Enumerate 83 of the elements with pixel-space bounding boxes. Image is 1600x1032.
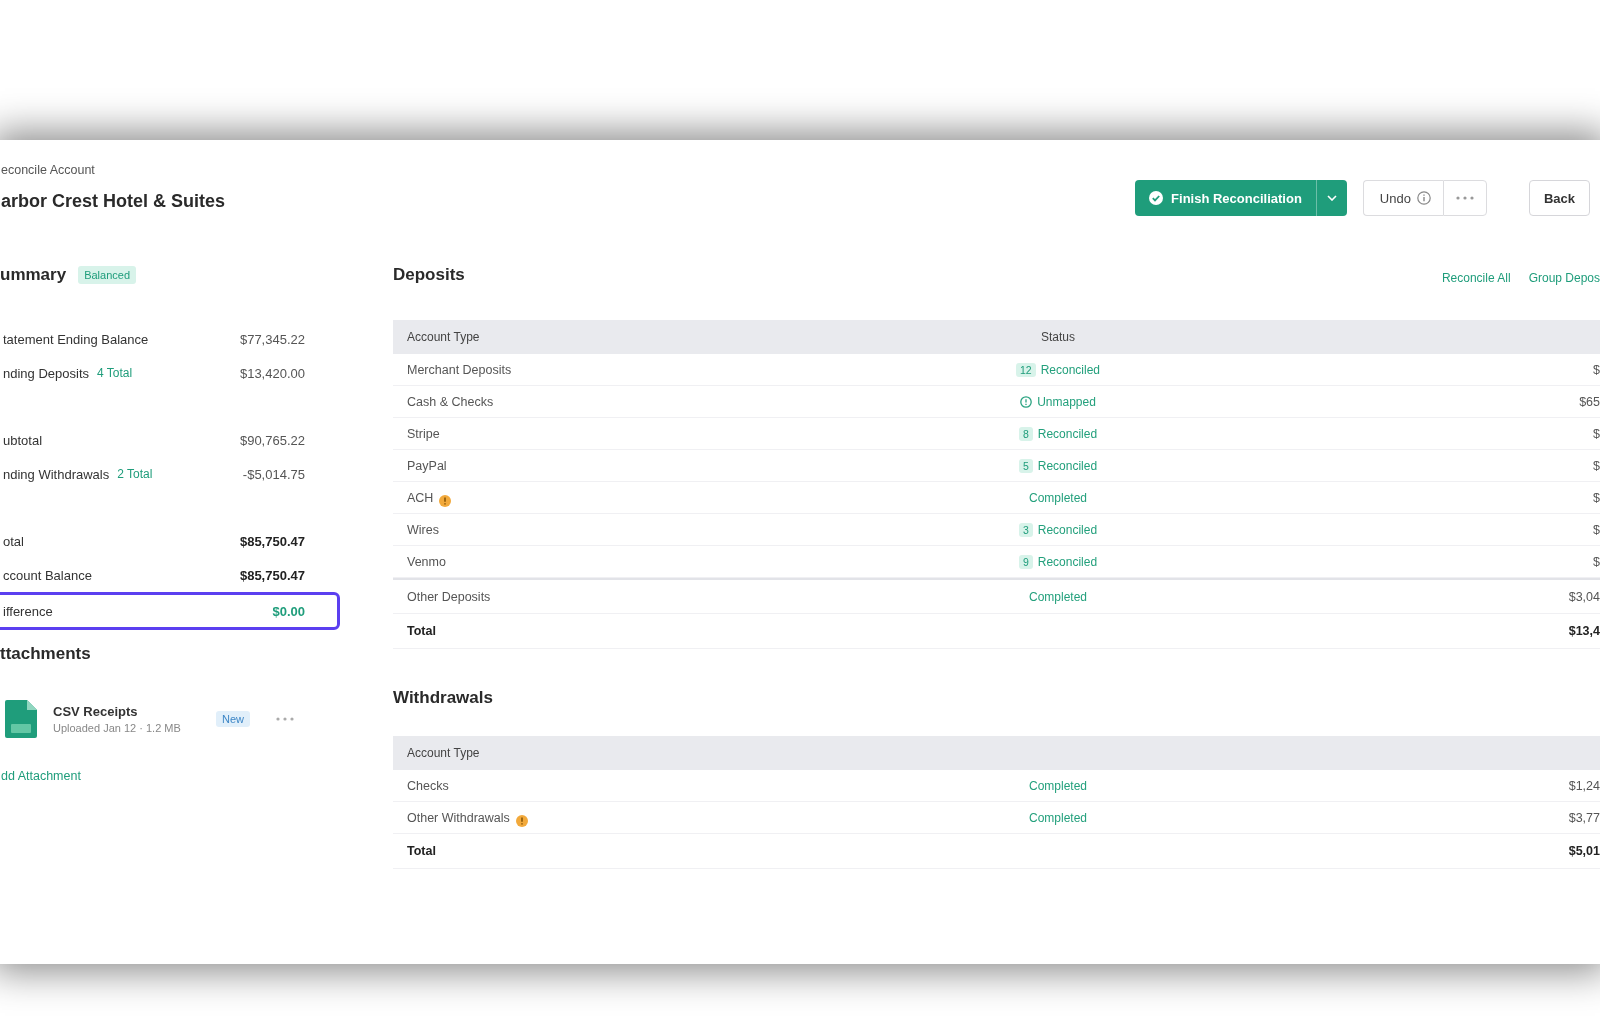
amount-value: $: [1593, 458, 1600, 473]
page-title: arbor Crest Hotel & Suites: [0, 190, 226, 213]
file-tag: New: [216, 711, 250, 727]
status-label[interactable]: Completed: [1029, 810, 1087, 825]
account-type: Cash & Checks: [407, 394, 494, 409]
section-title: ttachments: [0, 643, 91, 665]
summary-label: nding Deposits: [2, 365, 89, 381]
amount-value: $5,01: [1568, 844, 1600, 858]
summary-value: $0.00: [272, 603, 305, 619]
summary-label: nding Withdrawals: [2, 466, 110, 482]
account-type: PayPal: [407, 458, 447, 473]
caret-icon: [1326, 195, 1337, 201]
summary-label: ccount Balance: [2, 567, 92, 583]
status-tag: Balanced: [78, 266, 136, 284]
account-type: Other Withdrawals: [407, 810, 510, 825]
amount-value: $: [1593, 554, 1600, 569]
more-icon: [1455, 196, 1474, 200]
amount-value: $3,77: [1568, 810, 1600, 825]
summary-label: tatement Ending Balance: [2, 331, 149, 347]
count-link[interactable]: 4 Total: [97, 366, 133, 380]
amount-value: $: [1593, 362, 1600, 377]
summary-label: ubtotal: [2, 432, 43, 448]
amount-value: $: [1593, 522, 1600, 537]
status-label[interactable]: Unmapped: [1037, 394, 1096, 409]
add-attachment-link[interactable]: dd Attachment: [0, 769, 81, 783]
section-title: ummary: [0, 264, 67, 286]
status-label[interactable]: Reconciled: [1037, 426, 1098, 441]
account-type: ACH: [407, 490, 434, 505]
reconciled-count: 8: [1018, 426, 1033, 441]
status-label[interactable]: Reconciled: [1037, 522, 1098, 537]
summary-value: $77,345.22: [239, 331, 305, 347]
info-icon: [1416, 191, 1431, 205]
status-label[interactable]: Completed: [1029, 490, 1087, 505]
finish-button[interactable]: Finish Reconciliation: [1135, 180, 1316, 216]
more-icon: [276, 717, 294, 721]
account-type: Merchant Deposits: [407, 362, 512, 377]
action-link[interactable]: Reconcile All: [1441, 270, 1511, 285]
section-title: Withdrawals: [393, 687, 493, 709]
summary-value: $85,750.47: [239, 567, 305, 583]
amount-value: $: [1593, 490, 1600, 505]
amount-value: $13,4: [1568, 624, 1600, 638]
status-label[interactable]: Reconciled: [1037, 554, 1098, 569]
amount-value: $65: [1579, 394, 1600, 409]
summary-label: ifference: [2, 603, 53, 619]
summary-value: $85,750.47: [239, 533, 305, 549]
reconciled-count: 3: [1018, 522, 1033, 537]
undo-button[interactable]: Undo: [1362, 180, 1443, 216]
column-header: Account Type: [406, 330, 481, 344]
section-title: Deposits: [393, 264, 465, 286]
account-type: Total: [407, 844, 436, 858]
alert-circle-icon: [1020, 395, 1033, 408]
reconciled-count: 9: [1018, 554, 1033, 569]
account-type: Checks: [407, 778, 449, 793]
more-button[interactable]: [1442, 180, 1487, 216]
account-type: Other Deposits: [407, 589, 491, 604]
column-header: Status: [1040, 330, 1076, 344]
amount-value: $: [1593, 426, 1600, 441]
document-icon: [5, 700, 39, 738]
summary-value: $90,765.22: [239, 432, 305, 448]
account-type: Wires: [407, 522, 439, 537]
amount-value: $3,04: [1568, 589, 1600, 604]
reconciled-count: 5: [1018, 458, 1033, 473]
summary-value: -$5,014.75: [242, 466, 305, 482]
check-circle-icon: [1149, 191, 1164, 205]
action-link[interactable]: Group Depos: [1528, 270, 1600, 285]
amount-value: $1,24: [1568, 778, 1600, 793]
account-type: Stripe: [407, 426, 440, 441]
file-meta: Uploaded Jan 12 · 1.2 MB: [53, 722, 181, 734]
dropdown-button[interactable]: [1315, 180, 1347, 216]
status-label[interactable]: Reconciled: [1040, 362, 1101, 377]
column-header: Account Type: [406, 746, 481, 760]
status-label[interactable]: Reconciled: [1037, 458, 1098, 473]
status-label[interactable]: Completed: [1029, 778, 1087, 793]
account-type: Total: [407, 624, 436, 638]
file-name[interactable]: CSV Receipts: [53, 704, 138, 719]
summary-label: otal: [2, 533, 24, 549]
back-button[interactable]: Back: [1528, 180, 1590, 216]
count-link[interactable]: 2 Total: [117, 467, 153, 481]
summary-value: $13,420.00: [239, 365, 305, 381]
breadcrumb[interactable]: econcile Account: [0, 162, 95, 178]
reconciled-count: 12: [1015, 362, 1036, 377]
status-label[interactable]: Completed: [1029, 589, 1087, 604]
account-type: Venmo: [407, 554, 446, 569]
